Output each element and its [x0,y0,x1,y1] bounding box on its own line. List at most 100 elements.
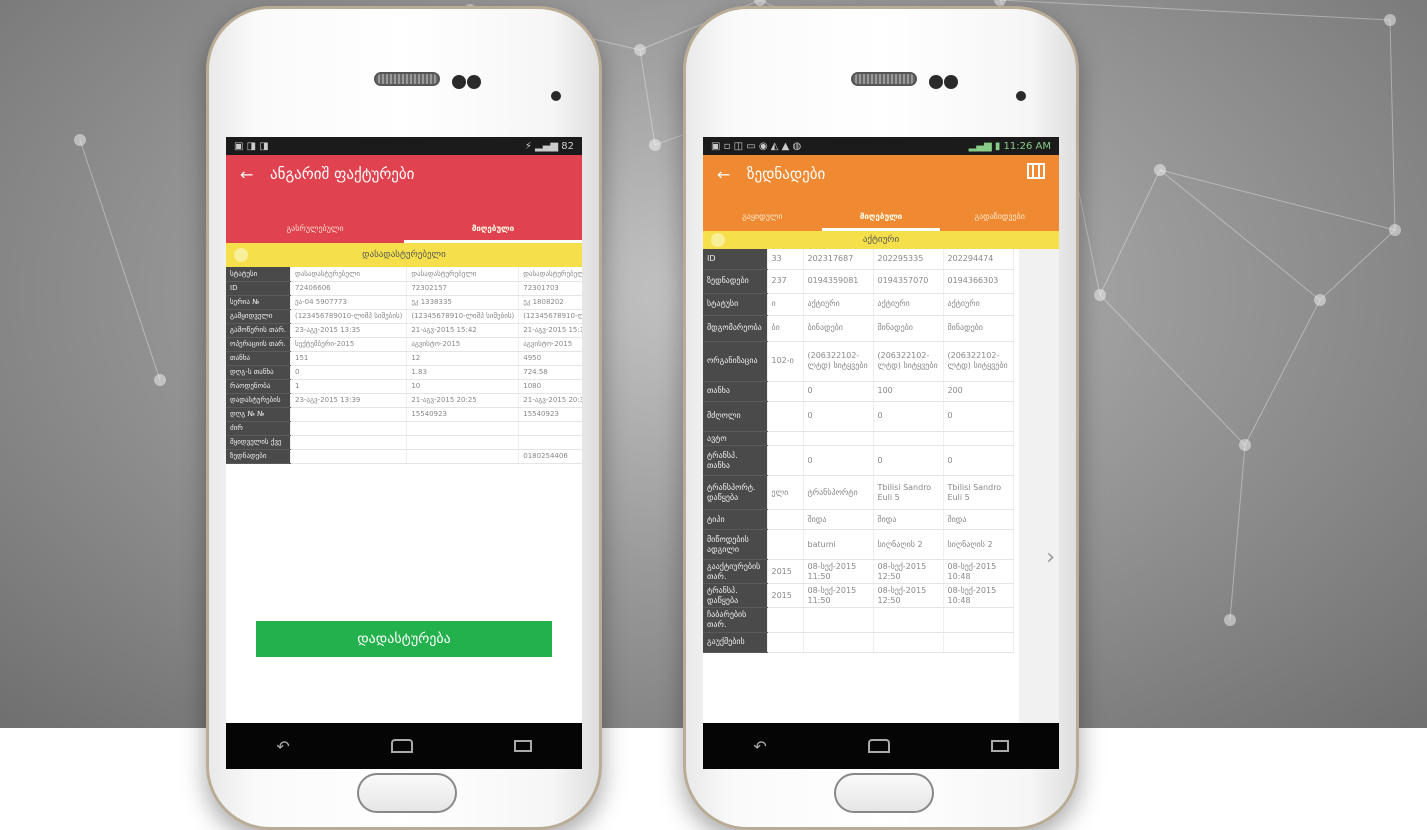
table-row[interactable]: ტიპი შიდა შიდა შიდა [703,509,1014,531]
table-cell [943,431,1014,447]
table-row[interactable]: დღგ-ს თანხა01.83724.5822. [226,365,582,380]
nav-bar: ↶ [226,723,582,769]
table-row[interactable]: ID724066067230215772301703722 [226,281,582,296]
table-row[interactable]: სერია № ეა-04 5907773 ეკ 1338335 ეკ 1808202… [226,295,582,310]
table-cell: 0194357070 [873,269,944,294]
columns-icon[interactable] [1027,163,1045,179]
table-row[interactable]: მდგომარეობა ბი ბინადები მინადები მინადები [703,315,1014,342]
table-row[interactable]: გაუქმების [703,632,1014,653]
left-phone: ▣ ◨ ◨ ⚡ ▂▄▆ 82 ← ანგარიშ ფაქტურები გასრუ… [206,6,602,830]
recent-apps-icon[interactable] [513,740,532,752]
row-label: ორგანიზაცია [703,341,768,382]
home-icon[interactable] [867,739,890,753]
tab-received[interactable]: მიღებული [404,217,582,243]
table-row[interactable]: მყიდველის ქვე [226,435,582,450]
row-label: მიწოდების ადგილი [703,529,768,561]
home-button[interactable] [357,773,457,813]
table-row[interactable]: დღგ № №1554092315540923155 [226,407,582,422]
table-row[interactable]: გააქტიურების თარ. 2015 08-სექ-2015 11:50 08… [703,559,1014,585]
network-line [1099,169,1161,296]
table-row[interactable]: სტატუსი დასადასტურებელი დასადასტურებელი დას… [226,267,582,282]
table-row[interactable]: ოპერაციის თარ. სექტემბერი-2015 აგვისტო-201… [226,337,582,352]
table-cell: 08-სექ-2015 11:50 [803,559,874,585]
table-cell: Tbilisi Sandro Euli 5 [873,475,944,511]
filter-label: დასადასტურებელი [362,250,446,260]
table-cell: 72406606 [290,281,408,296]
table-cell-partial: 237 [767,269,804,294]
status-bar: ▣ ▫ ◫ ▭ ◉ ◭ ▲ ◍ ▂▄▆ ▮ 11:26 AM [703,137,1059,155]
filter-bar[interactable]: აქტიური [703,231,1059,249]
table-cell: (12345678910-ლიმპ სიმების) [406,309,520,324]
table-row[interactable]: ზედნადები 237 0194359081 0194357070 01943663… [703,269,1014,294]
table-row[interactable]: სტატუსი ი აქტიური აქტიური აქტიური [703,293,1014,316]
table-row[interactable]: რაოდენობა110108016 [226,379,582,394]
arrow-left-icon[interactable]: ← [717,165,730,184]
table-cell: 1 [290,379,408,394]
table-cell: დასადასტურებელი [290,267,408,282]
table-cell-partial [767,632,804,653]
table-row[interactable]: მძღოლი 0 0 0 [703,401,1014,432]
tab-received[interactable]: მიღებული [821,205,941,231]
table-row[interactable]: ტრანსპ. თანხა 0 0 0 [703,445,1014,477]
arrow-left-icon[interactable]: ← [240,165,253,184]
table-row[interactable]: გამყიდველი (123456789010-ლიმპ სიმების) (12… [226,309,582,324]
tab-sold[interactable]: გასრულებული [226,217,404,243]
table-cell: სექტემბერი-2015 [290,337,408,352]
table-cell [943,632,1014,653]
table-cell [873,607,944,633]
right-screen: ▣ ▫ ◫ ▭ ◉ ◭ ▲ ◍ ▂▄▆ ▮ 11:26 AM ← ზედნადე… [703,137,1059,769]
table-cell: შიდა [943,509,1014,531]
table-row[interactable]: ზედნადები0180254406012 [226,449,582,464]
table-cell: 12 [406,351,520,366]
proximity-sensor [1016,91,1026,101]
table-row[interactable]: ტრანსპორტ. დაწყება ელი ტრანსპორტი Tbilisi S… [703,475,1014,511]
table-row[interactable]: ჩაბარების თარ. [703,607,1014,633]
table-row[interactable]: გამოწერის თარ. 23-აგვ-2015 13:35 21-აგვ-20… [226,323,582,338]
chevron-right-icon[interactable]: › [1046,545,1055,570]
table-row[interactable]: ავტო [703,431,1014,447]
table-cell: 0194359081 [803,269,874,294]
tab-transfers[interactable]: გადაზიდვები [940,205,1059,231]
table-cell: (206322102-ლტდ) სიტყვები [803,341,874,382]
back-icon[interactable]: ↶ [276,737,289,756]
table-cell: 21-აგვ-2015 15:42 [406,323,520,338]
table-row[interactable]: ID 33 202317687 202295335 202294474 [703,249,1014,270]
table-cell: 202294474 [943,249,1014,270]
filter-bar[interactable]: დასადასტურებელი [226,243,582,267]
table-cell [290,449,408,464]
home-icon[interactable] [390,739,413,753]
table-cell: (123456789010-ლიმპ სიმების) [290,309,408,324]
table-row[interactable]: მიწოდების ადგილი batumi სიღნაღის 2 სიღნაღის… [703,529,1014,561]
table-cell: 21-აგვ-2015 15:36 [518,323,582,338]
home-button[interactable] [834,773,934,813]
table-cell-partial [767,445,804,477]
row-label: სერია № [226,295,291,310]
back-icon[interactable]: ↶ [753,737,766,756]
table-cell: 0194366303 [943,269,1014,294]
tab-sold[interactable]: გაყიდული [703,205,822,231]
table-cell [873,632,944,653]
row-label: დადასტურების [226,393,291,408]
confirm-button[interactable]: დადასტურება [256,621,552,657]
row-label: ID [703,249,768,270]
table-cell [406,435,520,450]
row-label: მდგომარეობა [703,315,768,342]
invoice-table: სტატუსი დასადასტურებელი დასადასტურებელი დას… [226,267,582,464]
table-cell: 15540923 [406,407,520,422]
table-row[interactable]: თანხა15112495015 [226,351,582,366]
recent-apps-icon[interactable] [990,740,1009,752]
table-row[interactable]: ტრანსპ. დაწყება 2015 08-სექ-2015 11:50 08-ს… [703,583,1014,609]
table-row[interactable]: დადასტურების 23-აგვ-2015 13:39 21-აგვ-2015… [226,393,582,408]
network-line [1159,169,1396,231]
table-cell: 15540923 [518,407,582,422]
table-cell: 72301703 [518,281,582,296]
left-screen: ▣ ◨ ◨ ⚡ ▂▄▆ 82 ← ანგარიშ ფაქტურები გასრუ… [226,137,582,769]
table-row[interactable]: თანხა 0 100 200 [703,381,1014,402]
speaker-grille [374,72,440,86]
network-node [649,139,661,151]
network-node [1239,439,1251,451]
table-row[interactable]: ორგანიზაცია 102-ი (206322102-ლტდ) სიტყვები… [703,341,1014,382]
table-cell: სიღნაღის 2 [943,529,1014,561]
table-cell-partial [767,401,804,432]
table-row[interactable]: ძირ [226,421,582,436]
